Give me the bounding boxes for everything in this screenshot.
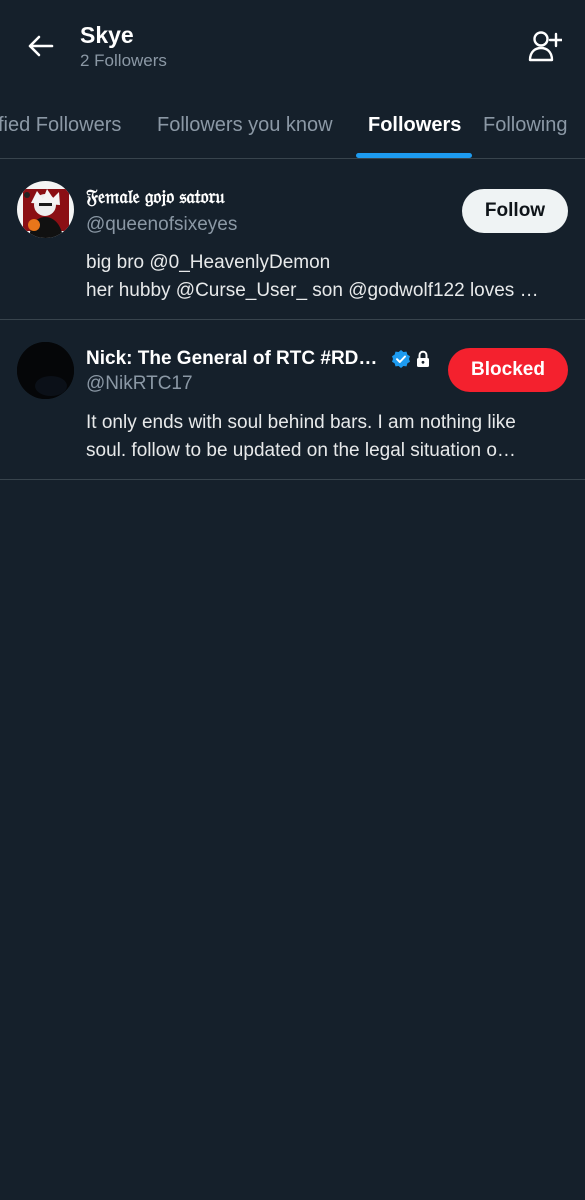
arrow-left-icon <box>28 35 54 57</box>
bio-line: big bro @0_HeavenlyDemon <box>86 252 331 273</box>
title-block: Skye 2 Followers <box>80 22 167 72</box>
blocked-button[interactable]: Blocked <box>448 348 568 392</box>
avatar-image <box>17 181 74 238</box>
user-handle[interactable]: @NikRTC17 <box>86 373 193 395</box>
avatar[interactable] <box>17 181 74 238</box>
avatar-image <box>17 342 74 399</box>
tab-following[interactable]: Following <box>483 95 567 158</box>
add-user-icon <box>528 31 562 62</box>
lock-icon <box>417 350 430 367</box>
bio-line: It only ends with soul behind bars. I am… <box>86 412 516 433</box>
follow-button[interactable]: Follow <box>462 189 568 233</box>
tab-followers[interactable]: Followers <box>368 95 461 158</box>
verified-badge-icon[interactable] <box>391 349 411 369</box>
follower-row[interactable]: Nick: The General of RTC #RD… @NikRTC17 … <box>0 320 585 480</box>
user-bio: big bro @0_HeavenlyDemon her hubby @Curs… <box>86 249 566 305</box>
tab-bar: fied Followers Followers you know Follow… <box>0 95 585 159</box>
page-title: Skye <box>80 22 134 48</box>
follower-count: 2 Followers <box>80 51 167 70</box>
back-button[interactable] <box>22 28 58 64</box>
user-bio: It only ends with soul behind bars. I am… <box>86 409 566 465</box>
active-tab-indicator <box>356 153 472 158</box>
user-handle[interactable]: @queenofsixeyes <box>86 214 237 236</box>
display-name[interactable]: Nick: The General of RTC #RD… <box>86 348 377 370</box>
add-user-button[interactable] <box>525 26 565 66</box>
follower-row[interactable]: 𝔉𝔢𝔪𝔞𝔩𝔢 𝔤𝔬𝔧𝔬 𝔰𝔞𝔱𝔬𝔯𝔲 @queenofsixeyes Follo… <box>0 159 585 320</box>
tab-followers-you-know[interactable]: Followers you know <box>157 95 333 158</box>
top-bar: Skye 2 Followers <box>0 0 585 95</box>
bio-line: soul. follow to be updated on the legal … <box>86 440 516 461</box>
tab-verified-followers[interactable]: fied Followers <box>0 95 121 158</box>
bio-line: her hubby @Curse_User_ son @godwolf122 l… <box>86 280 539 301</box>
display-name-line: Nick: The General of RTC #RD… <box>86 348 431 370</box>
avatar[interactable] <box>17 342 74 399</box>
display-name[interactable]: 𝔉𝔢𝔪𝔞𝔩𝔢 𝔤𝔬𝔧𝔬 𝔰𝔞𝔱𝔬𝔯𝔲 <box>86 187 225 209</box>
